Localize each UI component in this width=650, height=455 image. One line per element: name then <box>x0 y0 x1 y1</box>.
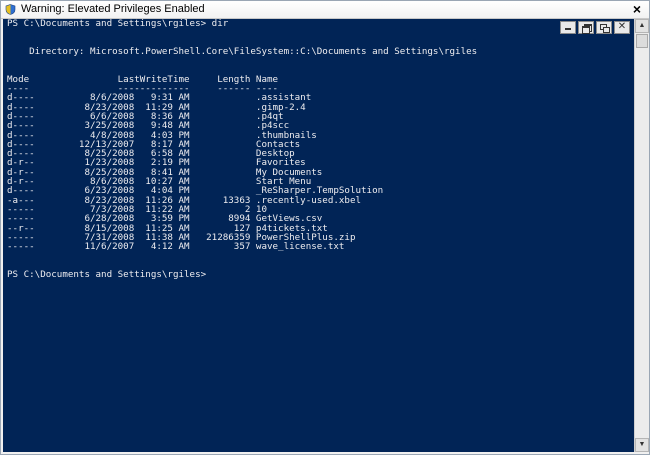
console-line: PS C:\Documents and Settings\rgiles> dir <box>7 19 229 29</box>
powershell-shield-icon <box>5 4 16 15</box>
title-bar[interactable]: Warning: Elevated Privileges Enabled × <box>1 1 649 19</box>
scrollbar-thumb[interactable] <box>636 34 648 48</box>
vertical-scrollbar[interactable]: ▲ ▼ <box>634 19 649 452</box>
chevron-down-icon: ▼ <box>638 441 646 448</box>
close-icon: × <box>632 1 642 17</box>
console-line: Directory: Microsoft.PowerShell.Core\Fil… <box>7 45 478 57</box>
minimize-icon[interactable] <box>560 21 576 34</box>
scroll-down-button[interactable]: ▼ <box>635 438 649 452</box>
scroll-up-button[interactable]: ▲ <box>635 19 649 33</box>
console-window-controls <box>560 21 630 35</box>
console-line: ----- 11/6/2007 4:12 AM 357 wave_license… <box>7 241 345 253</box>
console-output-area[interactable]: PS C:\Documents and Settings\rgiles> dir… <box>3 19 634 452</box>
window-close-button[interactable]: × <box>629 1 645 18</box>
console-line: PS C:\Documents and Settings\rgiles> <box>7 269 207 281</box>
close-icon[interactable] <box>614 21 630 34</box>
window-title: Warning: Elevated Privileges Enabled <box>21 3 205 15</box>
console-text: PS C:\Documents and Settings\rgiles> dir… <box>3 19 634 279</box>
restore-icon[interactable] <box>578 21 594 34</box>
chevron-up-icon: ▲ <box>638 22 646 29</box>
console-window: Warning: Elevated Privileges Enabled × P… <box>0 0 650 455</box>
tile-windows-icon[interactable] <box>596 21 612 34</box>
